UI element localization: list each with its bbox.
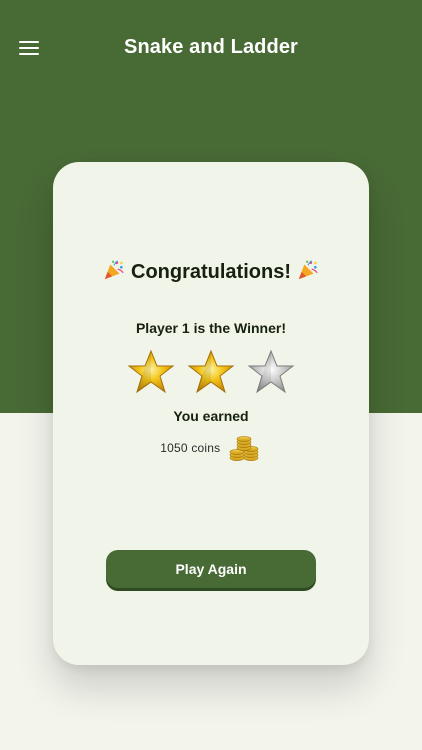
gold-star-icon: [187, 349, 235, 394]
silver-star-icon: [247, 349, 295, 394]
gold-star-icon: [127, 349, 175, 394]
party-popper-icon: [298, 260, 318, 280]
party-popper-icon: [105, 260, 125, 280]
result-card: Congratulations! Player 1 is the Winner!: [53, 162, 369, 665]
app-title: Snake and Ladder: [124, 36, 298, 58]
congrats-heading: Congratulations!: [53, 259, 369, 284]
congrats-text: Congratulations!: [131, 261, 291, 283]
star-rating: [125, 348, 297, 398]
play-again-button[interactable]: Play Again: [106, 550, 316, 588]
coins-amount: 1050 coins: [160, 441, 221, 455]
winner-text: Player 1 is the Winner!: [135, 320, 287, 336]
coin-stack-icon: [229, 436, 258, 461]
earned-label: You earned: [173, 408, 249, 424]
coins-earned: 1050 coins: [53, 434, 369, 462]
